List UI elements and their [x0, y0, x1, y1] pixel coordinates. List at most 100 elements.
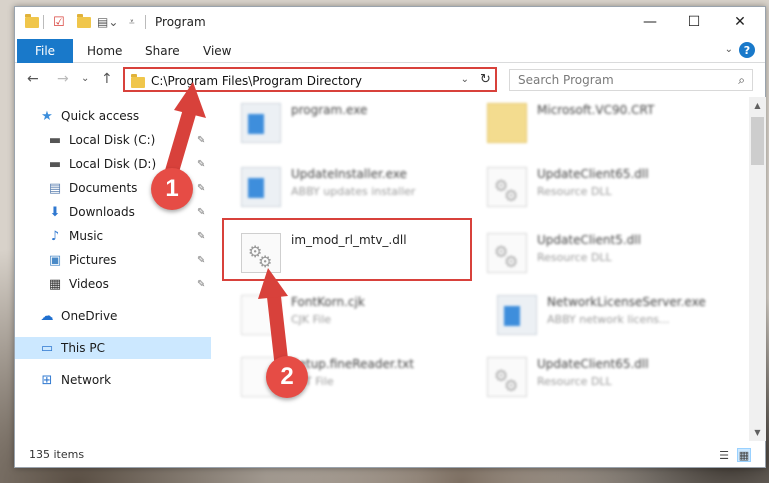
pin-icon[interactable]: ✎: [197, 159, 205, 170]
new-folder-icon[interactable]: [77, 13, 91, 30]
help-icon[interactable]: ?: [739, 42, 755, 58]
sidebar-item-label: Music: [69, 229, 104, 243]
file-item[interactable]: Microsoft.VC90.CRT: [481, 97, 731, 149]
sidebar-item-label: Network: [61, 373, 112, 387]
sidebar-item-local-disk-c[interactable]: ▬ Local Disk (C:) ✎: [15, 129, 211, 151]
title-bar: ☑ ▤⌄ ⩡ Program — ☐ ✕: [15, 7, 765, 37]
status-bar: 135 items ☰ ▦: [15, 443, 765, 467]
file-item[interactable]: ⚙ ⚙ UpdateClient65.dll Resource DLL: [481, 351, 731, 403]
tab-share[interactable]: Share: [145, 44, 180, 58]
file-name: UpdateClient65.dll: [537, 357, 649, 371]
scroll-up-icon[interactable]: ▲: [749, 97, 766, 114]
drive-icon: ▬: [48, 132, 62, 148]
expand-ribbon-icon[interactable]: ⌄: [725, 44, 733, 55]
back-button[interactable]: ←: [27, 71, 39, 87]
file-item[interactable]: FontKorn.cjk CJK File: [235, 289, 485, 341]
address-path: C:\Program Files\Program Directory: [151, 74, 363, 88]
separator: [43, 14, 44, 30]
tab-view[interactable]: View: [203, 44, 231, 58]
maximize-button[interactable]: ☐: [671, 7, 717, 37]
file-name: FontKorn.cjk: [291, 295, 365, 309]
onedrive-icon: ☁: [40, 308, 54, 324]
computer-icon: ▭: [40, 340, 54, 356]
step-2-badge: 2: [266, 356, 308, 398]
scrollbar-thumb[interactable]: [751, 117, 764, 165]
sidebar-item-onedrive[interactable]: ☁ OneDrive: [15, 305, 211, 327]
exe-file-icon: [241, 103, 281, 143]
navigation-pane: ★ Quick access ▬ Local Disk (C:) ✎ ▬ Loc…: [15, 97, 211, 441]
recent-locations-button[interactable]: ⌄: [81, 73, 89, 84]
forward-button[interactable]: →: [57, 71, 69, 87]
sidebar-item-label: Downloads: [69, 205, 135, 219]
network-icon: ⊞: [41, 372, 53, 388]
file-name: UpdateClient5.dll: [537, 233, 641, 247]
sidebar-item-quick-access[interactable]: ★ Quick access: [15, 105, 211, 127]
item-count: 135 items: [29, 448, 85, 461]
dll-file-icon: ⚙ ⚙: [487, 357, 527, 397]
window-title: Program: [155, 15, 206, 29]
sidebar-item-label: OneDrive: [61, 309, 118, 323]
up-button[interactable]: ↑: [101, 71, 113, 87]
sidebar-item-label: Local Disk (C:): [69, 133, 156, 147]
sidebar-item-this-pc[interactable]: ▭ This PC: [15, 337, 211, 359]
separator: [145, 14, 146, 30]
folder-icon: [131, 74, 145, 88]
pin-icon[interactable]: ✎: [197, 207, 205, 218]
properties-icon[interactable]: ☑: [53, 14, 65, 30]
quick-access-dropdown-icon[interactable]: ⩡: [129, 14, 135, 30]
exe-file-icon: [497, 295, 537, 335]
pin-icon[interactable]: ✎: [197, 135, 205, 146]
sidebar-item-label: Documents: [69, 181, 138, 195]
refresh-button[interactable]: ↻: [476, 67, 497, 92]
navigation-bar: ← → ⌄ ↑ C:\Program Files\Program Directo…: [15, 63, 765, 95]
file-description: ABBY updates installer: [291, 185, 416, 198]
details-view-icon[interactable]: ☰: [717, 448, 731, 462]
file-description: Resource DLL: [537, 185, 612, 198]
file-description: Resource DLL: [537, 251, 612, 264]
file-item[interactable]: ⚙ ⚙ UpdateClient65.dll Resource DLL: [481, 161, 731, 213]
customize-quick-access-icon[interactable]: ▤⌄: [97, 14, 118, 30]
file-name: Setup.fineReader.txt: [291, 357, 414, 371]
minimize-button[interactable]: —: [627, 7, 673, 37]
file-name: UpdateInstaller.exe: [291, 167, 407, 181]
star-icon: ★: [41, 108, 53, 124]
sidebar-item-network[interactable]: ⊞ Network: [15, 369, 211, 391]
downloads-icon: ⬇: [49, 204, 61, 220]
folder-icon: [487, 103, 527, 143]
dll-file-icon: ⚙ ⚙: [487, 233, 527, 273]
file-item[interactable]: ⚙ ⚙ UpdateClient5.dll Resource DLL: [481, 227, 731, 279]
exe-file-icon: [241, 167, 281, 207]
file-description: Resource DLL: [537, 375, 612, 388]
address-dropdown-icon[interactable]: ⌄: [461, 74, 469, 85]
address-bar[interactable]: C:\Program Files\Program Directory ⌄: [123, 67, 497, 92]
pin-icon[interactable]: ✎: [197, 231, 205, 242]
tab-file[interactable]: File: [17, 39, 73, 63]
file-item[interactable]: program.exe: [235, 97, 485, 149]
sidebar-item-label: Local Disk (D:): [69, 157, 157, 171]
pin-icon[interactable]: ✎: [197, 183, 205, 194]
large-icons-view-icon[interactable]: ▦: [737, 448, 751, 462]
close-button[interactable]: ✕: [717, 7, 763, 37]
folder-icon: [25, 13, 39, 30]
file-item[interactable]: UpdateInstaller.exe ABBY updates install…: [235, 161, 485, 213]
sidebar-item-label: Quick access: [61, 109, 140, 123]
scroll-down-icon[interactable]: ▼: [749, 424, 766, 441]
sidebar-item-pictures[interactable]: ▣ Pictures ✎: [15, 249, 211, 271]
tab-home[interactable]: Home: [87, 44, 122, 58]
sidebar-item-music[interactable]: ♪ Music ✎: [15, 225, 211, 247]
sidebar-item-label: Pictures: [69, 253, 117, 267]
videos-icon: ▦: [48, 276, 62, 292]
sidebar-item-label: Videos: [69, 277, 109, 291]
documents-icon: ▤: [48, 180, 62, 196]
sidebar-item-videos[interactable]: ▦ Videos ✎: [15, 273, 211, 295]
pin-icon[interactable]: ✎: [197, 279, 205, 290]
file-name: NetworkLicenseServer.exe: [547, 295, 706, 309]
ribbon-tabs: File Home Share View ⌄ ?: [15, 37, 765, 63]
drive-icon: ▬: [48, 156, 62, 172]
search-input[interactable]: Search Program ⌕: [509, 69, 753, 91]
file-description: ABBY network licens...: [547, 313, 670, 326]
pin-icon[interactable]: ✎: [197, 255, 205, 266]
file-item[interactable]: NetworkLicenseServer.exe ABBY network li…: [491, 289, 741, 341]
vertical-scrollbar[interactable]: ▲ ▼: [749, 97, 766, 441]
file-name: Microsoft.VC90.CRT: [537, 103, 655, 117]
